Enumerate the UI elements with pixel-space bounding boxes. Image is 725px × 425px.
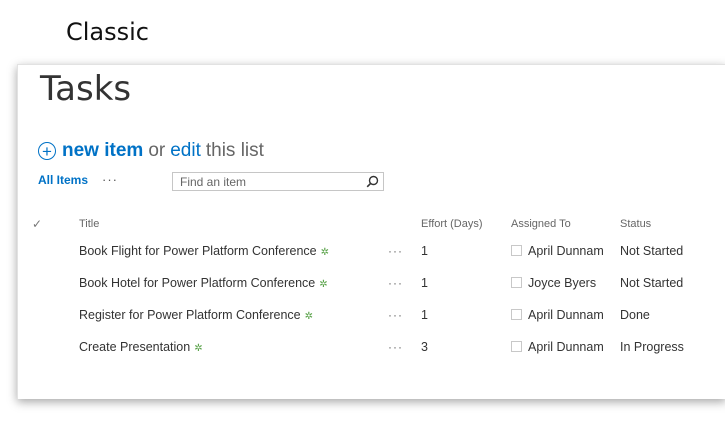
row-assigned: April Dunnam [511, 340, 604, 354]
or-text: or [148, 140, 166, 161]
search-input[interactable] [173, 173, 362, 190]
row-menu-button[interactable]: ··· [388, 244, 403, 258]
row-status: Not Started [620, 244, 684, 258]
row-effort: 1 [421, 276, 428, 290]
check-icon[interactable]: ✓ [32, 217, 42, 231]
search-icon[interactable] [366, 175, 379, 188]
row-title[interactable]: Create Presentation ✲ [79, 340, 203, 354]
row-title[interactable]: Book Hotel for Power Platform Conference… [79, 276, 328, 290]
row-menu-button[interactable]: ··· [388, 340, 403, 354]
row-title[interactable]: Book Flight for Power Platform Conferenc… [79, 244, 329, 258]
row-menu-button[interactable]: ··· [388, 308, 403, 322]
new-item-marker-icon: ✲ [319, 279, 328, 290]
list-panel: Tasks + new item or edit this list All I… [17, 64, 725, 399]
view-all-items[interactable]: All Items [38, 173, 88, 187]
table-row[interactable]: Book Hotel for Power Platform Conference… [18, 276, 725, 308]
row-status: In Progress [620, 340, 684, 354]
row-status: Not Started [620, 276, 684, 290]
column-header-effort[interactable]: Effort (Days) [421, 218, 483, 230]
row-assigned: Joyce Byers [511, 276, 596, 290]
column-header-assigned[interactable]: Assigned To [511, 218, 571, 230]
view-selector: All Items ··· [38, 172, 118, 187]
new-item-link[interactable]: new item [62, 140, 143, 162]
column-header-status[interactable]: Status [620, 218, 651, 230]
row-effort: 3 [421, 340, 428, 354]
presence-box-icon [511, 245, 522, 256]
table-row[interactable]: Create Presentation ✲ ··· 3 April Dunnam … [18, 340, 725, 372]
row-effort: 1 [421, 308, 428, 322]
column-header-title[interactable]: Title [79, 218, 99, 230]
row-menu-button[interactable]: ··· [388, 276, 403, 290]
search-box [172, 172, 384, 191]
this-list-text: this list [205, 140, 264, 161]
row-status: Done [620, 308, 650, 322]
presence-box-icon [511, 341, 522, 352]
edit-link[interactable]: edit [170, 140, 201, 162]
table-row[interactable]: Book Flight for Power Platform Conferenc… [18, 244, 725, 276]
new-item-marker-icon: ✲ [194, 343, 203, 354]
row-effort: 1 [421, 244, 428, 258]
table-row[interactable]: Register for Power Platform Conference ✲ … [18, 308, 725, 340]
page-title: Tasks [40, 69, 132, 109]
row-assigned: April Dunnam [511, 244, 604, 258]
plus-circle-icon[interactable]: + [38, 142, 56, 160]
new-item-marker-icon: ✲ [320, 247, 329, 258]
row-assigned: April Dunnam [511, 308, 604, 322]
view-more-button[interactable]: ··· [102, 172, 118, 187]
presence-box-icon [511, 277, 522, 288]
caption: Classic [66, 18, 150, 46]
new-item-marker-icon: ✲ [304, 311, 314, 322]
row-title[interactable]: Register for Power Platform Conference ✲ [79, 308, 313, 322]
presence-box-icon [511, 309, 522, 320]
new-item-bar: + new item or edit this list [38, 140, 264, 162]
